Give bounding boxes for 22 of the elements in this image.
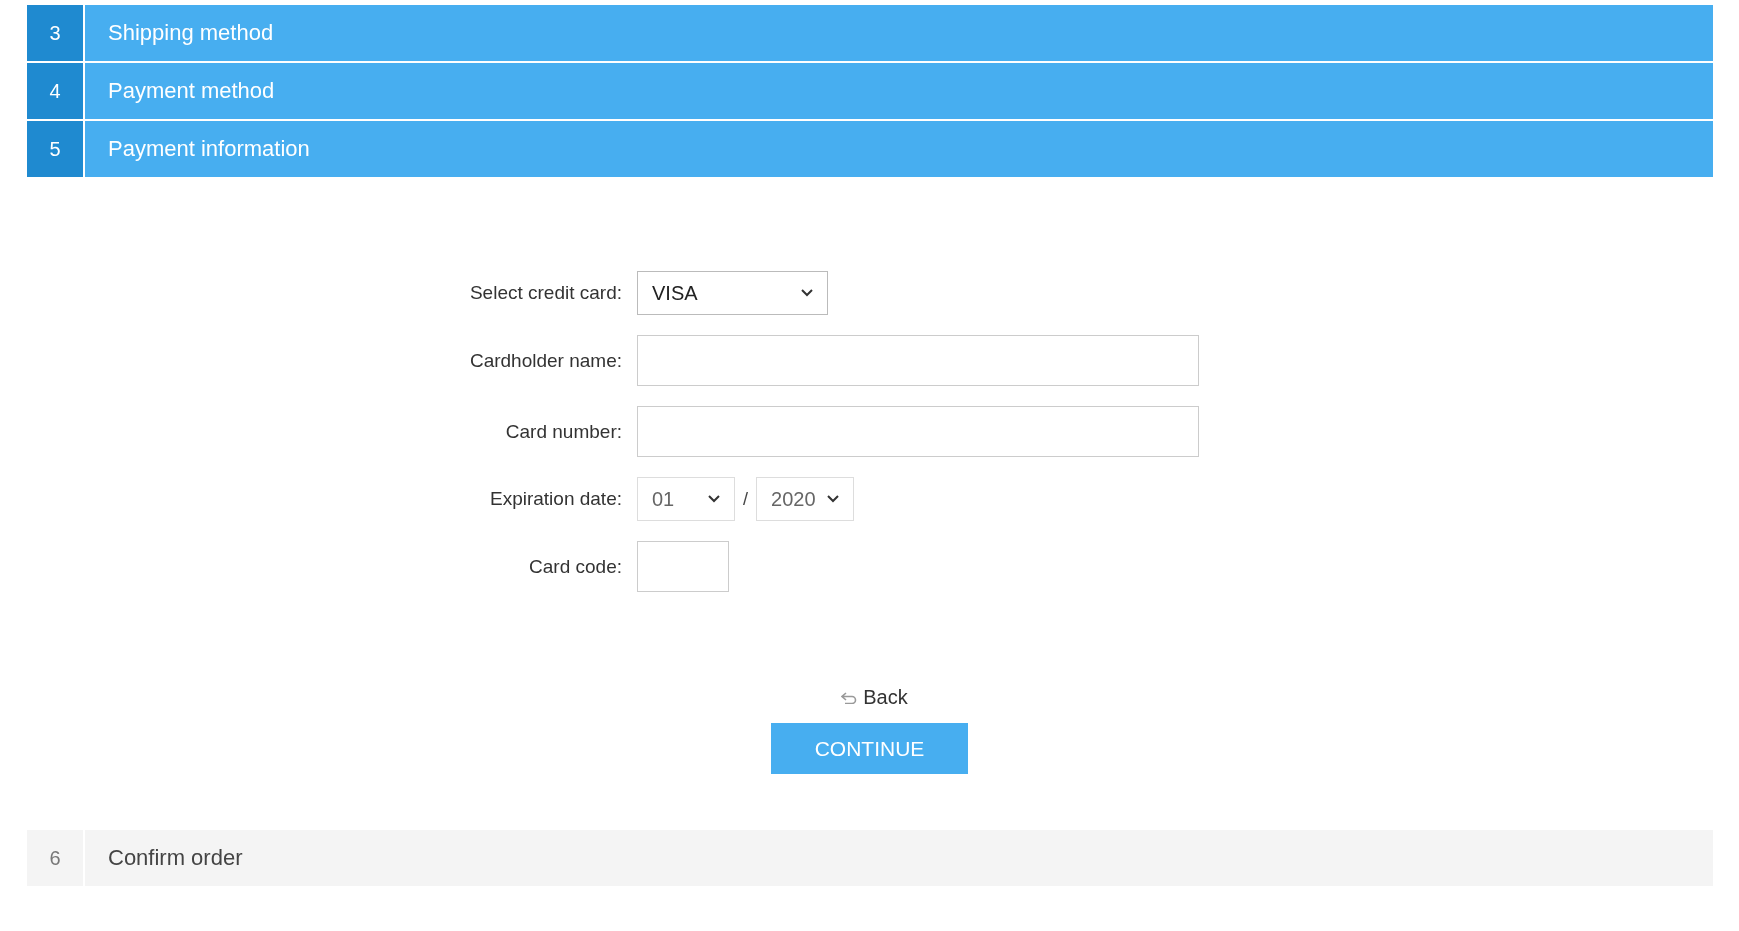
step-number: 6: [27, 830, 83, 886]
cardholder-name-field[interactable]: [637, 335, 1199, 386]
date-separator: /: [743, 488, 748, 510]
step-number: 4: [27, 63, 83, 119]
card-number-field[interactable]: [637, 406, 1199, 457]
field-label: Card code:: [529, 555, 622, 578]
field-label: Card number:: [505, 420, 622, 443]
month-select[interactable]: 01: [637, 477, 735, 521]
step-number: 3: [27, 5, 83, 61]
chevron-down-icon: [801, 289, 813, 297]
field-label: Cardholder name:: [469, 349, 622, 372]
year-select[interactable]: 2020: [756, 477, 854, 521]
back-link[interactable]: Back: [841, 686, 908, 709]
card-code-field[interactable]: [637, 541, 729, 592]
step-number: 5: [27, 121, 83, 177]
chevron-down-icon: [827, 495, 839, 503]
credit-card-select[interactable]: VISA: [637, 271, 828, 315]
return-arrow-icon: [841, 691, 858, 704]
field-label: Expiration date:: [489, 488, 622, 510]
step-title: Confirm order: [85, 830, 1713, 886]
chevron-down-icon: [708, 495, 720, 503]
field-label: Select credit card:: [469, 282, 622, 304]
